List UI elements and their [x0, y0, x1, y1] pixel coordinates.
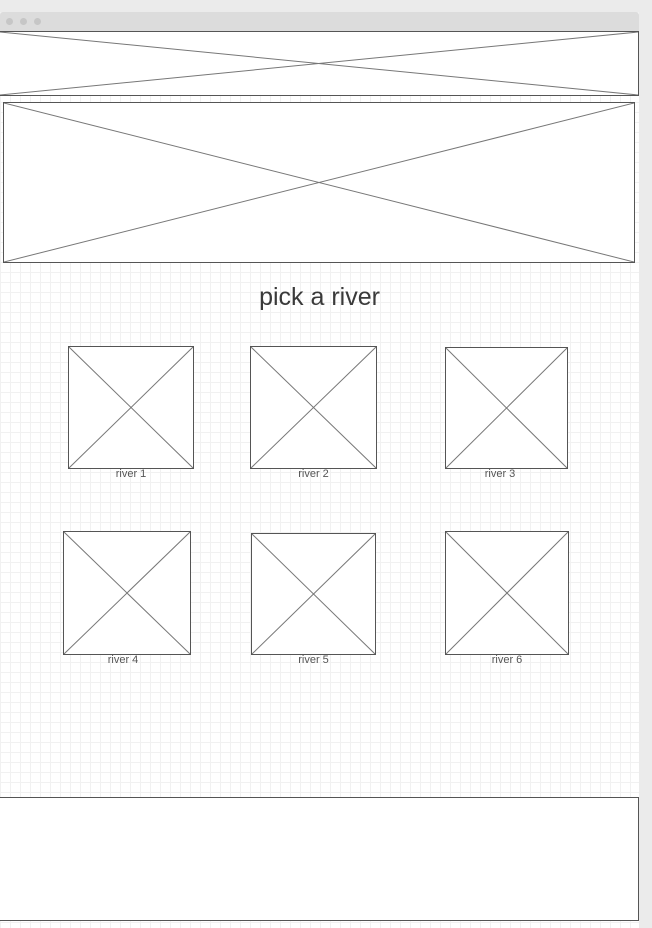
footer-panel: [0, 797, 639, 921]
river-1-image[interactable]: [68, 346, 194, 469]
river-5-image[interactable]: [251, 533, 376, 655]
browser-window: pick a river river 1 river 2 river 3 riv…: [0, 12, 639, 928]
river-1-label[interactable]: river 1: [68, 468, 194, 481]
river-4-image[interactable]: [63, 531, 191, 655]
window-dot-icon: [20, 18, 27, 25]
image-placeholder-icon: [64, 532, 190, 654]
image-placeholder-icon: [446, 348, 567, 468]
river-3-label[interactable]: river 3: [445, 468, 555, 481]
image-placeholder-icon: [69, 347, 193, 468]
image-placeholder-icon: [446, 532, 568, 654]
river-2-label[interactable]: river 2: [250, 468, 377, 481]
header-image-placeholder: [0, 31, 639, 96]
river-4-label[interactable]: river 4: [63, 654, 183, 667]
river-2-image[interactable]: [250, 346, 377, 469]
river-6-label[interactable]: river 6: [445, 654, 569, 667]
window-dot-icon: [34, 18, 41, 25]
river-3-image[interactable]: [445, 347, 568, 469]
image-placeholder-icon: [251, 347, 376, 468]
window-dot-icon: [6, 18, 13, 25]
image-placeholder-icon: [4, 103, 634, 262]
hero-image-placeholder: [3, 102, 635, 263]
window-titlebar: [0, 12, 639, 31]
page-title: pick a river: [259, 283, 380, 311]
river-6-image[interactable]: [445, 531, 569, 655]
river-5-label[interactable]: river 5: [251, 654, 376, 667]
image-placeholder-icon: [252, 534, 375, 654]
image-placeholder-icon: [0, 32, 638, 95]
